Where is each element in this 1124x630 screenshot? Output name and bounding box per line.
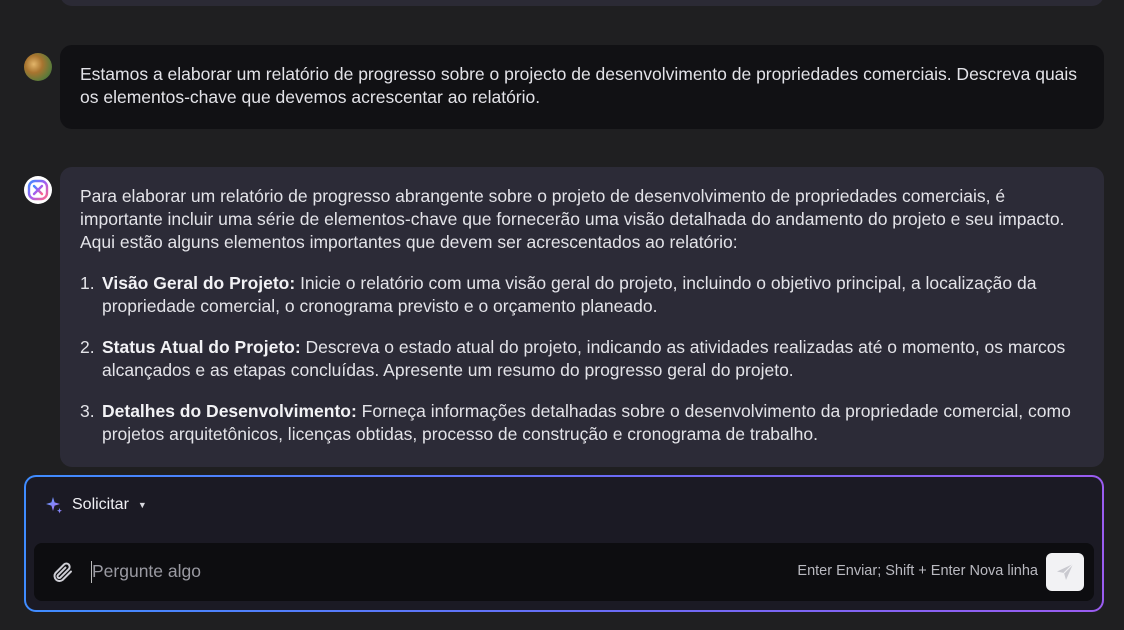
assistant-intro-text: Para elaborar um relatório de progresso …	[80, 186, 1065, 252]
keyboard-hint: Enter Enviar; Shift + Enter Nova linha	[797, 563, 1038, 579]
list-item: 2. Status Atual do Projeto: Descreva o e…	[80, 336, 1084, 382]
list-item-title: Status Atual do Projeto:	[102, 337, 301, 357]
list-item: 3. Detalhes do Desenvolvimento: Forneça …	[80, 400, 1084, 446]
list-item: 1. Visão Geral do Projeto: Inicie o rela…	[80, 272, 1084, 318]
list-item-number: 2.	[80, 337, 95, 357]
list-item-body: Visão Geral do Projeto: Inicie o relatór…	[102, 272, 1084, 318]
list-item-body: Detalhes do Desenvolvimento: Forneça inf…	[102, 400, 1084, 446]
assistant-avatar	[24, 176, 52, 204]
user-message-bubble: Estamos a elaborar um relatório de progr…	[60, 45, 1104, 129]
list-item-number: 3.	[80, 401, 95, 421]
chat-app: Estamos a elaborar um relatório de progr…	[0, 0, 1124, 630]
send-button[interactable]	[1046, 553, 1084, 591]
assistant-logo-icon	[27, 179, 49, 201]
chevron-down-icon: ▼	[137, 500, 147, 510]
list-item-number: 1.	[80, 273, 95, 293]
user-avatar	[24, 53, 52, 81]
previous-message-bubble	[60, 0, 1104, 6]
list-item-body: Status Atual do Projeto: Descreva o esta…	[102, 336, 1084, 382]
sparkle-icon	[46, 497, 62, 514]
mode-label: Solicitar	[72, 496, 129, 513]
user-message-text: Estamos a elaborar um relatório de progr…	[80, 64, 1078, 107]
list-item-title: Visão Geral do Projeto:	[102, 273, 296, 293]
input-row: Enter Enviar; Shift + Enter Nova linha	[34, 543, 1094, 601]
message-composer: Solicitar ▼ Enter Enviar; Shift + Enter …	[24, 475, 1104, 612]
list-item-title: Detalhes do Desenvolvimento:	[102, 401, 357, 421]
message-input[interactable]	[92, 555, 692, 587]
mode-selector[interactable]: Solicitar ▼	[44, 495, 147, 515]
paperclip-icon[interactable]	[50, 560, 74, 584]
send-icon	[1057, 563, 1074, 580]
assistant-message-bubble: Para elaborar um relatório de progresso …	[60, 167, 1104, 467]
